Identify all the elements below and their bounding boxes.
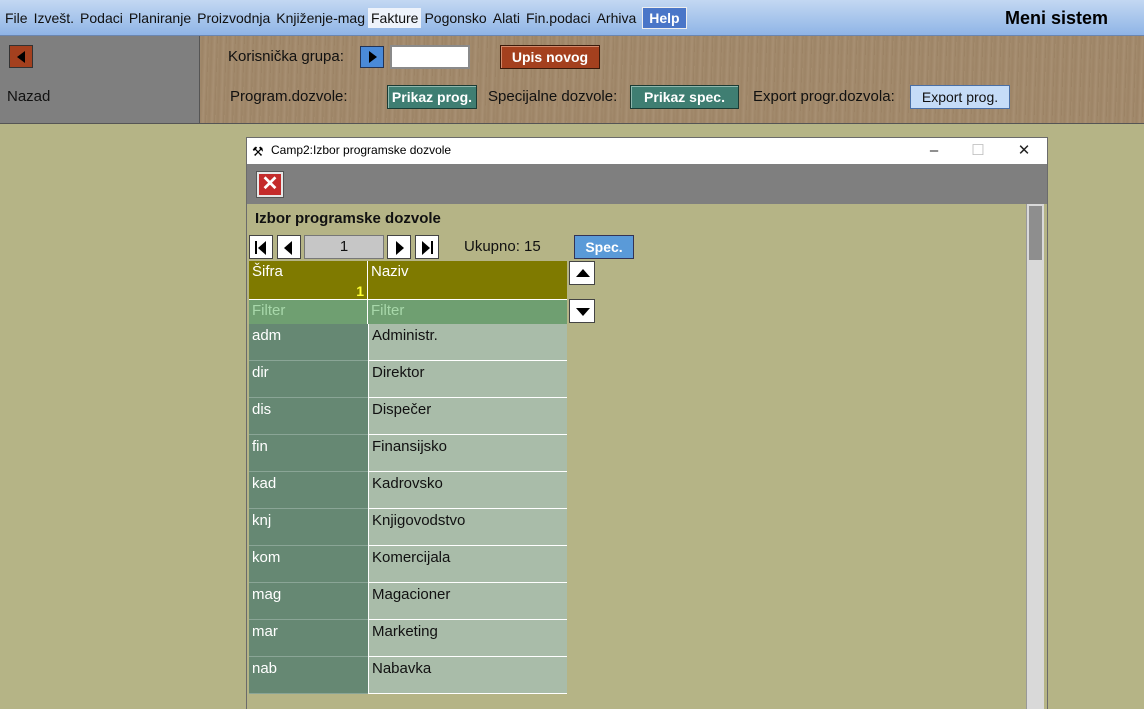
permission-picker-dialog: ⚒ Camp2:Izbor programske dozvole – ☐ ✕ ✕… [246, 137, 1048, 709]
dialog-heading: Izbor programske dozvole [255, 210, 441, 227]
cell-name: Nabavka [368, 657, 567, 694]
app-title: Meni sistem [1004, 8, 1108, 28]
maximize-icon[interactable]: ☐ [963, 140, 993, 162]
hammer-icon: ⚒ [252, 144, 264, 159]
filter-name-input[interactable]: Filter [368, 299, 567, 324]
filter-code-input[interactable]: Filter [249, 299, 368, 324]
cell-name: Administr. [368, 324, 567, 361]
menu-file[interactable]: File [2, 8, 31, 28]
program-permissions-label: Program.dozvole: [230, 88, 348, 105]
table-row[interactable]: adm Administr. [249, 324, 567, 361]
user-group-input[interactable] [390, 45, 470, 69]
page-number-field[interactable]: 1 [304, 235, 384, 259]
cell-code: knj [249, 509, 368, 546]
menu-podaci[interactable]: Podaci [77, 8, 126, 28]
last-page-button[interactable] [415, 235, 439, 259]
menu-fakture[interactable]: Fakture [367, 8, 422, 28]
cell-code: kom [249, 546, 368, 583]
cell-code: adm [249, 324, 368, 361]
first-page-button[interactable] [249, 235, 273, 259]
close-icon[interactable]: ✕ [1009, 140, 1039, 162]
dialog-toolbar: ✕ [247, 164, 1047, 204]
column-header-name[interactable]: Naziv [368, 261, 567, 299]
menu-help[interactable]: Help [642, 7, 687, 29]
cell-name: Komercijala [368, 546, 567, 583]
column-header-code[interactable]: Šifra 1 [249, 261, 368, 299]
cell-name: Kadrovsko [368, 472, 567, 509]
cell-name: Knjigovodstvo [368, 509, 567, 546]
cell-code: mag [249, 583, 368, 620]
cell-code: dir [249, 361, 368, 398]
minimize-icon[interactable]: – [919, 140, 949, 162]
export-program-button[interactable]: Export prog. [910, 85, 1010, 109]
cell-name: Direktor [368, 361, 567, 398]
table-row[interactable]: kom Komercijala [249, 546, 567, 583]
left-panel: Nazad [0, 36, 200, 124]
table-row[interactable]: mag Magacioner [249, 583, 567, 620]
column-header-label: Šifra [252, 263, 283, 280]
menu-bar: File Izvešt. Podaci Planiranje Proizvodn… [0, 0, 1144, 36]
menu-izvestaji[interactable]: Izvešt. [31, 8, 77, 28]
export-permissions-label: Export progr.dozvola: [753, 88, 895, 105]
menu-planiranje[interactable]: Planiranje [126, 8, 194, 28]
back-label: Nazad [7, 88, 51, 105]
close-dialog-button[interactable]: ✕ [257, 172, 283, 197]
menu-fin-podaci[interactable]: Fin.podaci [523, 8, 594, 28]
sort-up-button[interactable] [569, 261, 595, 285]
next-page-button[interactable] [387, 235, 411, 259]
sort-order-indicator: 1 [356, 283, 364, 299]
cell-name: Finansijsko [368, 435, 567, 472]
spec-button[interactable]: Spec. [574, 235, 634, 259]
new-entry-button[interactable]: Upis novog [500, 45, 600, 69]
cell-code: dis [249, 398, 368, 435]
cell-code: mar [249, 620, 368, 657]
prev-page-button[interactable] [277, 235, 301, 259]
menu-items: File Izvešt. Podaci Planiranje Proizvodn… [2, 7, 687, 29]
table-row[interactable]: dis Dispečer [249, 398, 567, 435]
show-program-button[interactable]: Prikaz prog. [387, 85, 477, 109]
table-row[interactable]: knj Knjigovodstvo [249, 509, 567, 546]
special-permissions-label: Specijalne dozvole: [488, 88, 618, 105]
vertical-scrollbar[interactable] [1026, 204, 1044, 709]
table-row[interactable]: mar Marketing [249, 620, 567, 657]
user-group-lookup-button[interactable] [360, 46, 384, 68]
table-row[interactable]: kad Kadrovsko [249, 472, 567, 509]
dialog-title: Camp2:Izbor programske dozvole [271, 143, 452, 157]
cell-code: nab [249, 657, 368, 694]
cell-name: Dispečer [368, 398, 567, 435]
sort-down-button[interactable] [569, 299, 595, 323]
show-special-button[interactable]: Prikaz spec. [630, 85, 739, 109]
cell-code: kad [249, 472, 368, 509]
cell-name: Marketing [368, 620, 567, 657]
table-row[interactable]: nab Nabavka [249, 657, 567, 694]
cell-name: Magacioner [368, 583, 567, 620]
scrollbar-thumb[interactable] [1029, 206, 1042, 260]
back-arrow-button[interactable] [9, 45, 33, 68]
total-count: Ukupno: 15 [464, 238, 541, 255]
table-row[interactable]: fin Finansijsko [249, 435, 567, 472]
cell-code: fin [249, 435, 368, 472]
menu-proizvodnja[interactable]: Proizvodnja [194, 8, 273, 28]
menu-arhiva[interactable]: Arhiva [594, 8, 640, 28]
user-group-label: Korisnička grupa: [228, 48, 344, 65]
permissions-toolbar: Korisnička grupa: Upis novog Program.doz… [200, 36, 1144, 124]
menu-alati[interactable]: Alati [490, 8, 523, 28]
dialog-titlebar[interactable]: ⚒ Camp2:Izbor programske dozvole – ☐ ✕ [247, 138, 1047, 164]
column-header-label: Naziv [371, 263, 409, 280]
menu-pogonsko[interactable]: Pogonsko [421, 8, 489, 28]
table-row[interactable]: dir Direktor [249, 361, 567, 398]
menu-knjizenje-mag[interactable]: Knjiženje-mag [273, 8, 368, 28]
